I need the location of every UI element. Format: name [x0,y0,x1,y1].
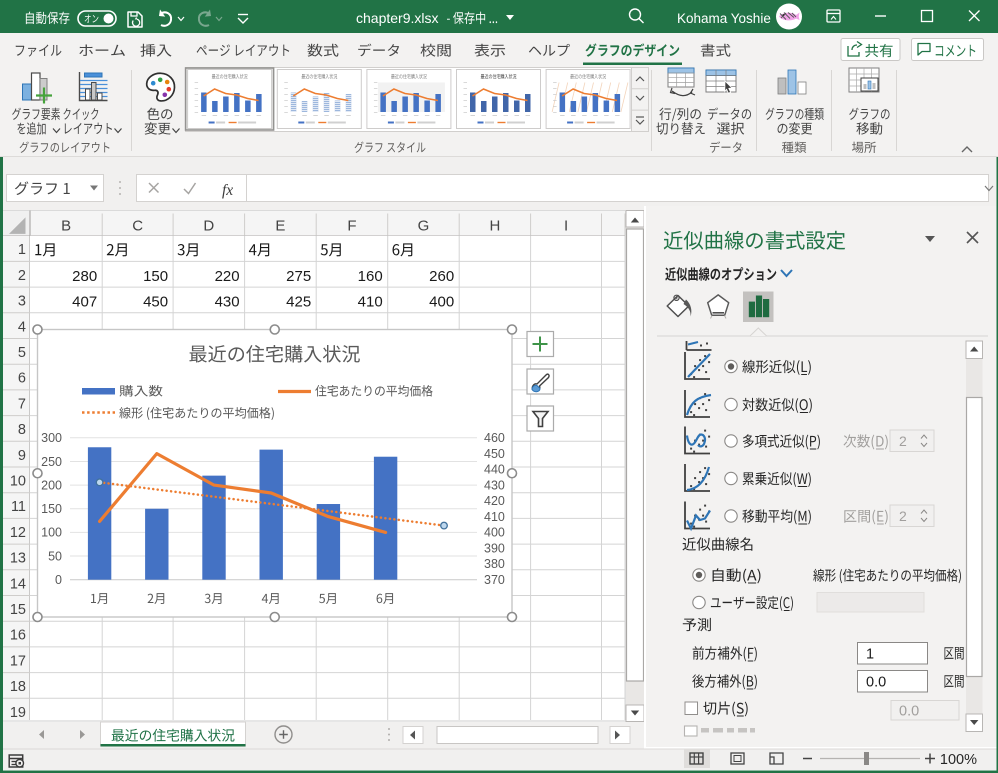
svg-text:H: H [489,218,500,235]
svg-text:300: 300 [41,431,62,445]
svg-text:11: 11 [11,499,26,515]
svg-text:400: 400 [484,526,505,540]
svg-text:430: 430 [484,478,505,492]
svg-text:280: 280 [72,268,97,285]
svg-text:3: 3 [18,294,26,310]
svg-text:4: 4 [18,319,26,335]
svg-text:Kohama Yoshie: Kohama Yoshie [677,11,771,26]
svg-text:390: 390 [484,541,505,555]
svg-text:14: 14 [10,576,26,592]
svg-text:275: 275 [286,268,311,285]
svg-text:C: C [132,218,143,235]
svg-text:440: 440 [484,463,505,477]
svg-text:19: 19 [10,705,26,721]
svg-text:400: 400 [429,294,454,311]
svg-text:380: 380 [484,557,505,571]
svg-text:250: 250 [41,455,62,469]
svg-text:0: 0 [55,573,62,587]
svg-text:100%: 100% [940,752,977,768]
svg-text:430: 430 [215,294,240,311]
svg-text:0.0: 0.0 [899,704,919,720]
svg-text:1: 1 [18,242,26,258]
svg-text:18: 18 [10,679,26,695]
svg-text:chapter9.xlsx: chapter9.xlsx [356,10,438,26]
svg-text:B: B [61,218,71,235]
svg-text:160: 160 [358,268,383,285]
svg-text:5: 5 [18,345,26,361]
svg-text:13: 13 [10,551,26,567]
svg-text:150: 150 [143,268,168,285]
svg-text:410: 410 [484,510,505,524]
svg-text:9: 9 [18,448,26,464]
svg-text:100: 100 [41,526,62,540]
svg-text:15: 15 [10,602,26,618]
svg-text:450: 450 [143,294,168,311]
svg-text:12: 12 [10,525,26,541]
svg-text:E: E [275,218,285,235]
svg-text:407: 407 [72,294,97,311]
svg-text:fx: fx [222,182,233,199]
svg-text:I: I [564,218,568,235]
svg-text:D: D [203,218,214,235]
svg-text:0.0: 0.0 [866,675,886,691]
svg-text:460: 460 [484,431,505,445]
svg-text:17: 17 [10,653,26,669]
svg-text:200: 200 [41,478,62,492]
svg-text:F: F [347,218,356,235]
svg-text:2: 2 [899,433,907,449]
svg-text:6: 6 [18,371,26,387]
svg-text:2: 2 [899,508,907,524]
svg-text:220: 220 [215,268,240,285]
svg-text:8: 8 [18,422,26,438]
svg-text:370: 370 [484,573,505,587]
svg-text:450: 450 [484,447,505,461]
svg-text:7: 7 [18,396,26,412]
svg-text:425: 425 [286,294,311,311]
svg-text:2: 2 [18,268,26,284]
svg-text:16: 16 [10,628,26,644]
svg-text:1: 1 [866,647,874,663]
svg-text:50: 50 [48,549,62,563]
svg-text:420: 420 [484,494,505,508]
svg-text:150: 150 [41,502,62,516]
svg-text:G: G [418,218,430,235]
svg-text:10: 10 [10,474,26,490]
svg-text:410: 410 [358,294,383,311]
svg-text:260: 260 [429,268,454,285]
